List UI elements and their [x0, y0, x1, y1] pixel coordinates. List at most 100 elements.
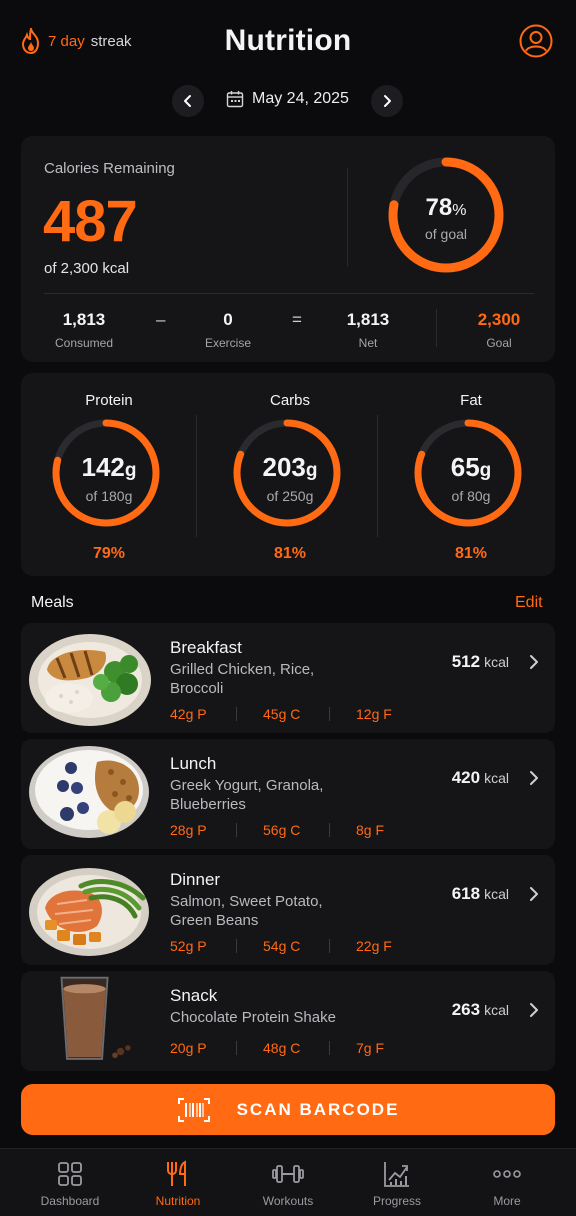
calendar-icon [226, 91, 244, 108]
breakfast-photo [29, 634, 151, 726]
meal-fat: 7g F [356, 1040, 385, 1056]
meal-carbs: 54g C [263, 938, 301, 954]
divider [377, 415, 378, 537]
separator [329, 823, 330, 837]
meal-card-snack[interactable]: Snack Chocolate Protein Shake 20g P 48g … [21, 971, 555, 1071]
divider [436, 309, 437, 347]
calories-card: Calories Remaining 487 of 2,300 kcal 78%… [21, 136, 555, 362]
lunch-photo [29, 746, 149, 838]
equals-operator: = [292, 310, 302, 329]
tab-more[interactable]: More [457, 1159, 557, 1208]
chevron-right-icon [384, 95, 391, 107]
meal-name: Breakfast [170, 638, 242, 657]
percent-sign: % [452, 202, 467, 219]
macro-goal: of 80g [451, 488, 491, 504]
bottom-tab-bar: Dashboard Nutrition Workouts Progress Mo… [0, 1148, 576, 1216]
meal-name: Snack [170, 986, 218, 1005]
stat-goal: 2,300 Goal [444, 310, 554, 350]
macro-value: 203 [262, 452, 306, 482]
calorie-percent-sub: of goal [424, 226, 468, 242]
scan-barcode-button[interactable]: SCAN BARCODE [21, 1084, 555, 1135]
meal-protein: 20g P [170, 1040, 207, 1056]
meal-card-lunch[interactable]: Lunch Greek Yogurt, Granola, Blueberries… [21, 739, 555, 849]
next-day-button[interactable] [371, 85, 403, 117]
meal-macros: 52g P 54g C 22g F [170, 938, 422, 954]
tab-label: Progress [372, 1194, 422, 1208]
macros-card: Protein 142g of 180g 79% Carbs 203g of 2… [21, 373, 555, 576]
meal-carbs: 56g C [263, 822, 301, 838]
kcal-unit: kcal [484, 886, 509, 902]
meals-section-title: Meals [31, 594, 74, 611]
fork-knife-icon [167, 1160, 186, 1186]
separator [236, 1041, 237, 1055]
calories-total: of 2,300 kcal [44, 260, 130, 277]
kcal-unit: kcal [484, 654, 509, 670]
snack-photo [60, 976, 131, 1060]
macro-unit: g [479, 460, 492, 481]
stat-value: 1,813 [62, 310, 106, 329]
prev-day-button[interactable] [172, 85, 204, 117]
chevron-right-icon [530, 771, 538, 785]
separator [236, 939, 237, 953]
meal-description: Greek Yogurt, Granola, Blueberries [170, 777, 324, 813]
stat-label: Exercise [204, 336, 251, 350]
meal-kcal: 263 [451, 1000, 481, 1019]
tab-label: More [493, 1194, 521, 1208]
stat-net: 1,813 Net [313, 310, 423, 350]
tab-workouts[interactable]: Workouts [238, 1159, 338, 1208]
chevron-right-icon [530, 1003, 538, 1017]
dumbbell-icon [272, 1165, 304, 1183]
meal-fat: 8g F [356, 822, 385, 838]
meal-card-dinner[interactable]: Dinner Salmon, Sweet Potato, Green Beans… [21, 855, 555, 965]
tab-label: Workouts [262, 1194, 314, 1208]
meal-name: Lunch [170, 754, 217, 773]
separator [236, 707, 237, 721]
profile-icon[interactable] [519, 24, 553, 58]
date-text: May 24, 2025 [252, 90, 349, 107]
meal-carbs: 48g C [263, 1040, 301, 1056]
meal-card-breakfast[interactable]: Breakfast Grilled Chicken, Rice, Broccol… [21, 623, 555, 733]
macro-carbs: Carbs 203g of 250g 81% [202, 373, 378, 576]
meal-fat: 22g F [356, 938, 392, 954]
macro-percent: 79% [92, 545, 126, 562]
macro-percent: 81% [454, 545, 488, 562]
meal-description: Chocolate Protein Shake [170, 1009, 336, 1026]
divider [196, 415, 197, 537]
more-dots-icon [493, 1170, 521, 1178]
stat-label: Goal [486, 336, 512, 350]
meal-description: Grilled Chicken, Rice, Broccoli [170, 661, 315, 697]
stat-consumed: 1,813 Consumed [29, 310, 139, 350]
calorie-progress-ring: 78% of goal [385, 154, 507, 276]
macro-goal: of 250g [266, 488, 314, 504]
meal-fat: 12g F [356, 706, 392, 722]
tab-progress[interactable]: Progress [347, 1159, 447, 1208]
macro-name: Protein [85, 392, 133, 409]
stat-value: 1,813 [346, 310, 390, 329]
separator [236, 823, 237, 837]
stat-value: 0 [223, 310, 233, 329]
meal-carbs: 45g C [263, 706, 301, 722]
tab-nutrition[interactable]: Nutrition [128, 1159, 228, 1208]
meal-macros: 28g P 56g C 8g F [170, 822, 422, 838]
macro-goal: of 180g [85, 488, 133, 504]
barcode-icon [177, 1097, 210, 1122]
page-title: Nutrition [224, 24, 352, 57]
grid-icon [58, 1162, 82, 1186]
divider [347, 168, 348, 266]
tab-label: Nutrition [155, 1194, 201, 1208]
kcal-unit: kcal [484, 770, 509, 786]
meal-name: Dinner [170, 870, 221, 889]
tab-dashboard[interactable]: Dashboard [20, 1159, 120, 1208]
macro-value: 142 [81, 452, 125, 482]
meal-kcal: 618 [451, 884, 481, 903]
calories-remaining-label: Calories Remaining [44, 160, 175, 177]
meal-kcal: 512 [451, 652, 481, 671]
edit-meals-link[interactable]: Edit [515, 594, 543, 612]
macro-unit: g [305, 460, 318, 481]
meal-kcal: 420 [451, 768, 481, 787]
macro-name: Carbs [269, 392, 310, 409]
calorie-percent: 78 [425, 194, 453, 221]
date-display[interactable]: May 24, 2025 [226, 90, 349, 108]
stat-label: Consumed [54, 336, 114, 350]
stat-label: Net [358, 336, 378, 350]
